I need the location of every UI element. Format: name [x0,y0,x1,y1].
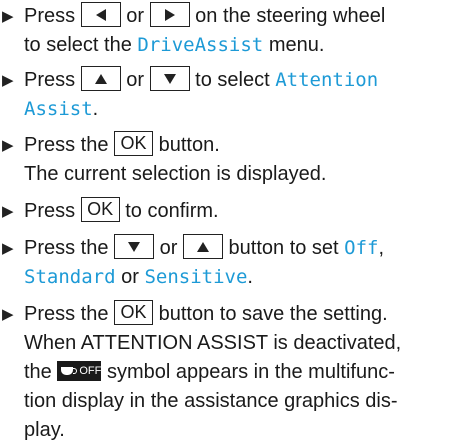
instruction-page: ▶ Press or on the steering wheel to sele… [0,0,463,441]
step-text: Press [24,200,76,222]
bullet-icon: ▶ [2,203,14,220]
menu-item-name: Assist [24,98,93,120]
step-text: . [247,266,253,288]
step-text: Press the [24,237,109,259]
step-text: to confirm. [125,200,219,222]
step-text: . [92,98,99,120]
step-4-line-1: Press OK to confirm. [24,197,219,226]
step-2-line-1: Press or to select Attention [24,66,378,95]
option-standard: Standard [24,266,116,288]
result-text: the [24,361,52,383]
option-off: Off [344,237,379,259]
step-text: or [159,237,178,259]
result-text: symbol appears in the multifunc- [106,361,395,383]
step-6-line-2: When ATTENTION ASSIST is deactivated, [24,329,401,358]
result-text: When ATTENTION ASSIST is deactivated, [24,332,402,354]
step-3-line-2: The current selection is displayed. [24,160,326,189]
step-1-line-1: Press or on the steering wheel [24,2,385,31]
step-text: button to save the setting. [158,303,388,325]
step-text: menu. [268,34,325,56]
arrow-up-key-icon [80,66,121,92]
step-text: button. [158,134,220,156]
arrow-down-key-icon [114,234,155,260]
step-5-line-2: Standard or Sensitive. [24,263,253,292]
ok-key: OK [80,197,120,223]
step-text: or [126,5,145,27]
ok-key: OK [114,300,154,326]
step-1-line-2: to select the DriveAssist menu. [24,31,324,60]
step-5-line-1: Press the or button to set Off, [24,234,384,263]
bullet-icon: ▶ [2,137,14,154]
coffee-cup-icon [61,366,78,375]
step-text: Press the [24,303,109,325]
arrow-down-key-icon [149,66,190,92]
step-text: Press [24,5,76,27]
arrow-right-key-icon [149,2,190,28]
menu-item-name: Attention [275,69,379,91]
step-text: to select the [24,34,132,56]
bullet-icon: ▶ [2,306,14,323]
bullet-icon: ▶ [2,240,14,257]
ok-key: OK [114,131,154,157]
bullet-icon: ▶ [2,8,14,25]
result-text: The current selection is displayed. [24,163,327,185]
step-6-line-1: Press the OK button to save the setting. [24,300,388,329]
step-6-line-4: tion display in the assistance graphics … [24,387,398,416]
result-text: play. [24,419,65,441]
symbol-label: OFF [79,364,102,377]
step-6-line-3: the OFF symbol appears in the multifunc- [24,358,395,387]
step-text: Press the [24,134,109,156]
arrow-left-key-icon [80,2,121,28]
step-text: or [121,266,139,288]
step-text: button to set [228,237,339,259]
step-2-line-2: Assist. [24,95,98,124]
step-text: , [378,237,385,259]
bullet-icon: ▶ [2,72,14,89]
result-text: tion display in the assistance graphics … [24,390,398,412]
step-3-line-1: Press the OK button. [24,131,220,160]
menu-name: DriveAssist [137,34,264,56]
arrow-up-key-icon [182,234,223,260]
attention-assist-off-icon: OFF [57,360,102,381]
step-text: or [126,69,145,91]
step-text: Press [24,69,76,91]
option-sensitive: Sensitive [144,266,248,288]
step-text: on the steering wheel [195,5,386,27]
step-text: to select [195,69,270,91]
